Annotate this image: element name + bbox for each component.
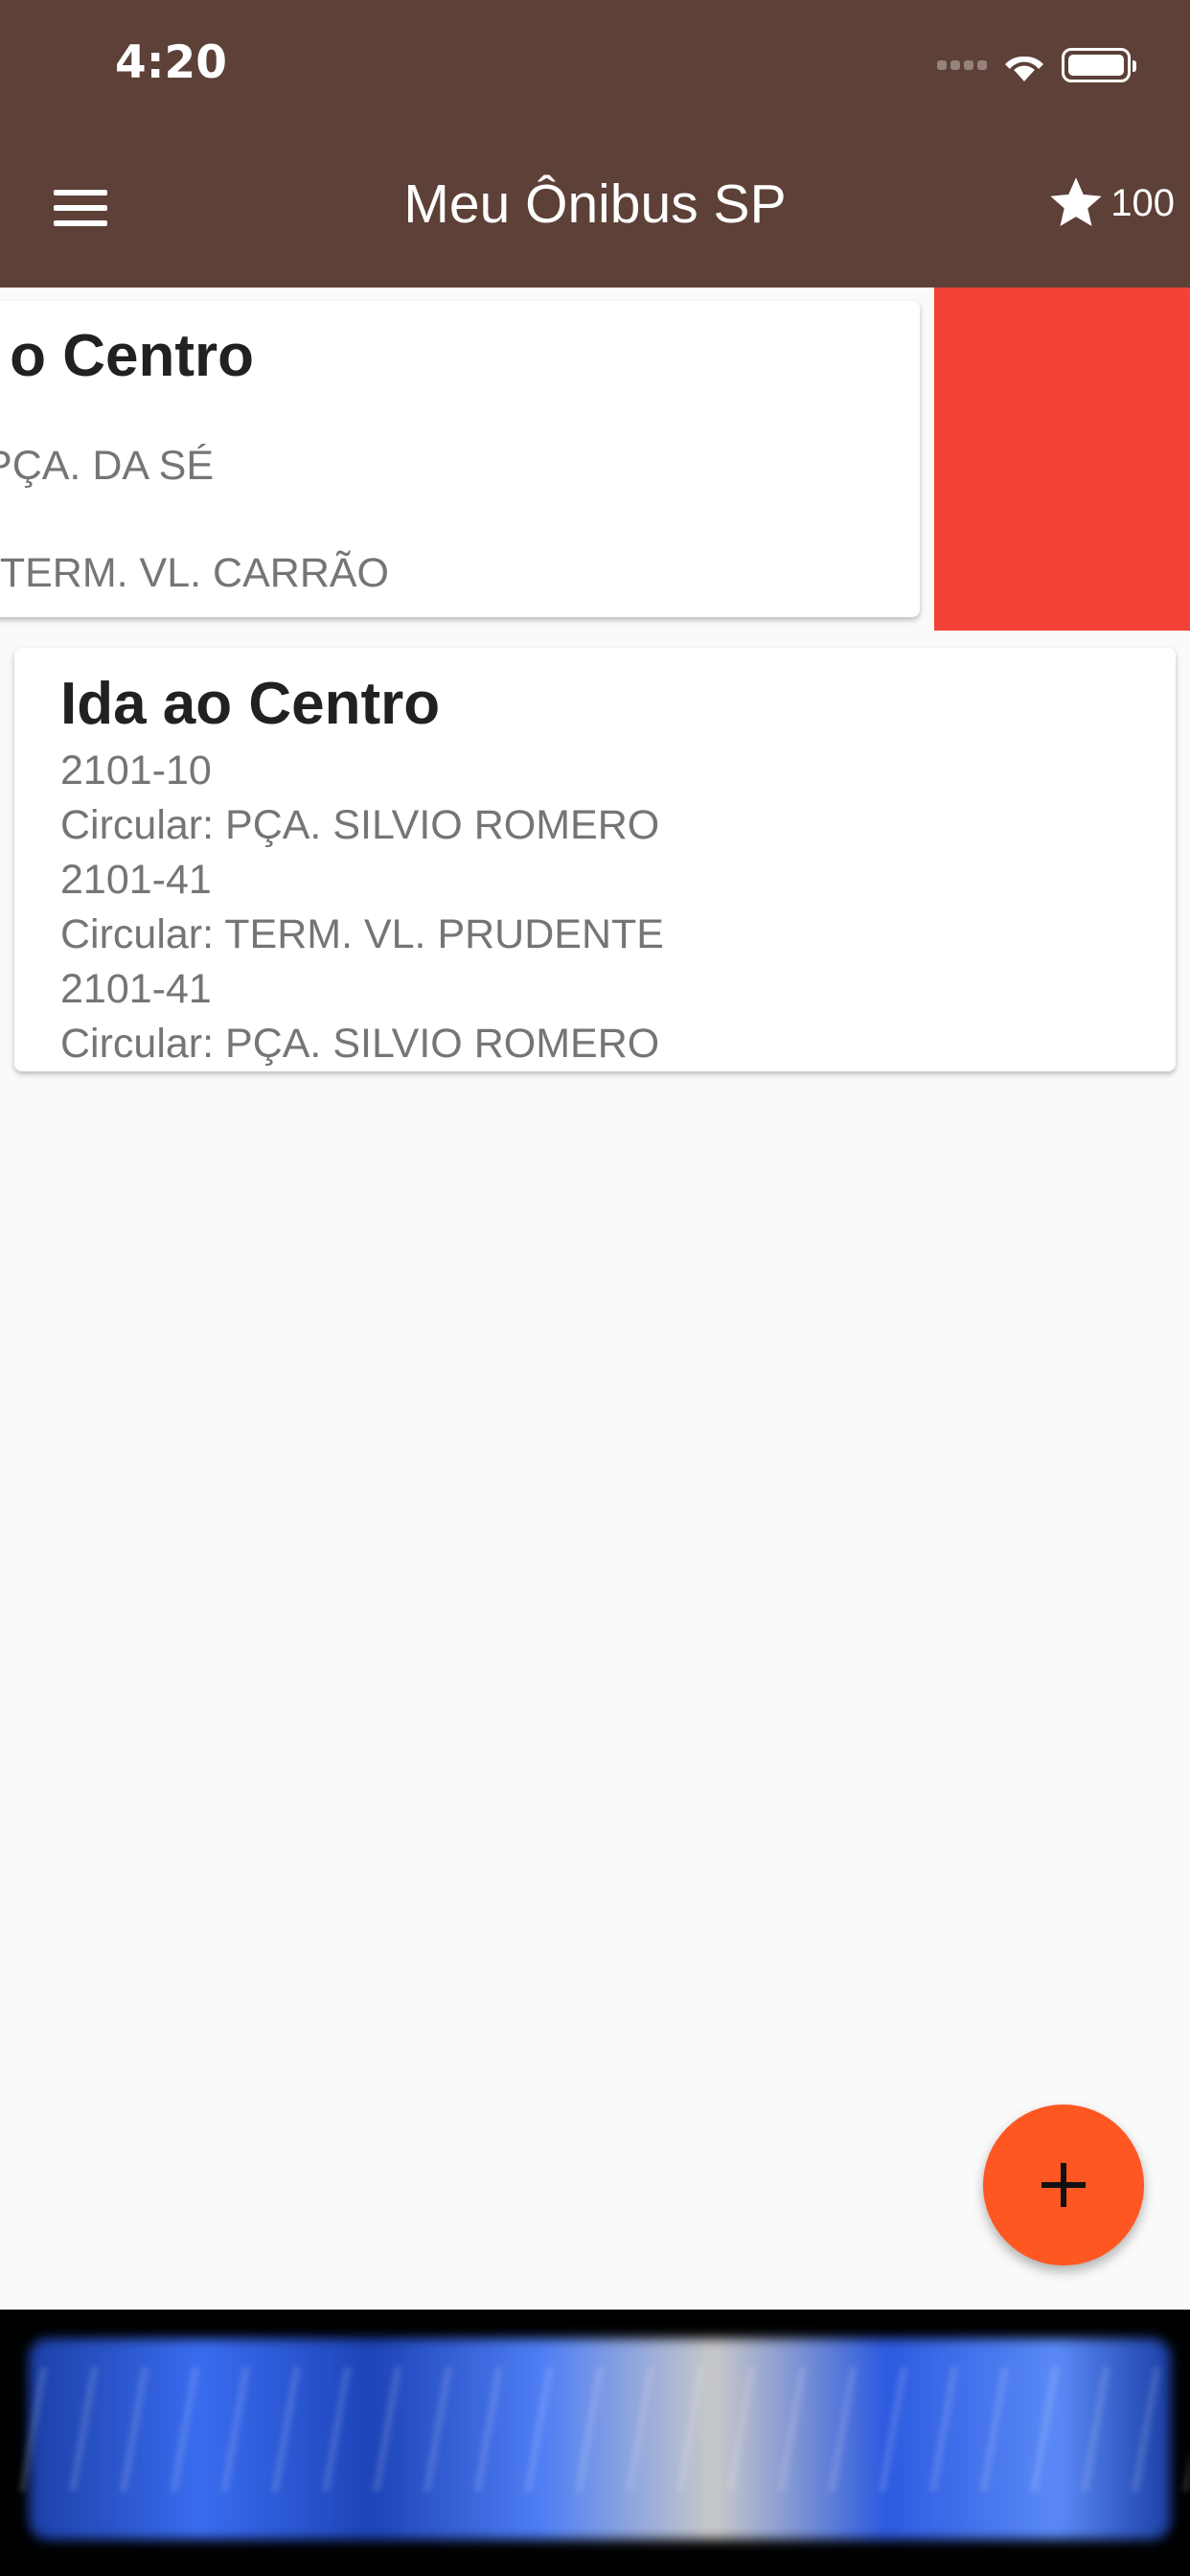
points-value: 100 <box>1110 181 1175 224</box>
route-card[interactable]: o Centro PÇA. DA SÉ TERM. VL. CARRÃO <box>0 301 920 617</box>
battery-icon <box>1062 48 1136 82</box>
route-card-line: 2101-41 <box>60 857 212 903</box>
plus-icon <box>1041 2163 1086 2207</box>
app-bar: 4:20 Meu Ônibus SP 100 <box>0 0 1190 288</box>
route-card-title: Ida ao Centro <box>60 671 441 737</box>
route-card-line: Circular: PÇA. SILVIO ROMERO <box>60 802 660 848</box>
route-card-line: Circular: TERM. VL. PRUDENTE <box>60 911 664 957</box>
status-time: 4:20 <box>115 36 227 89</box>
swipe-delete-background[interactable] <box>934 288 1190 631</box>
route-card-line: Circular: PÇA. SILVIO ROMERO <box>60 1021 660 1067</box>
add-route-button[interactable] <box>983 2104 1144 2266</box>
wifi-icon <box>1005 56 1043 81</box>
route-card-line: TERM. VL. CARRÃO <box>0 550 389 596</box>
route-card-line: PÇA. DA SÉ <box>0 443 214 489</box>
route-card[interactable]: Ida ao Centro 2101-10 Circular: PÇA. SIL… <box>14 648 1176 1071</box>
cellular-signal-icon <box>937 60 987 70</box>
status-icons <box>937 46 1136 84</box>
app-title: Meu Ônibus SP <box>403 173 787 235</box>
route-card-title: o Centro <box>10 323 254 389</box>
star-icon <box>1050 177 1102 226</box>
points-badge[interactable]: 100 <box>1045 172 1175 234</box>
route-card-line: 2101-10 <box>60 748 212 794</box>
ad-banner[interactable] <box>0 2310 1190 2576</box>
route-card-line: 2101-41 <box>60 966 212 1012</box>
